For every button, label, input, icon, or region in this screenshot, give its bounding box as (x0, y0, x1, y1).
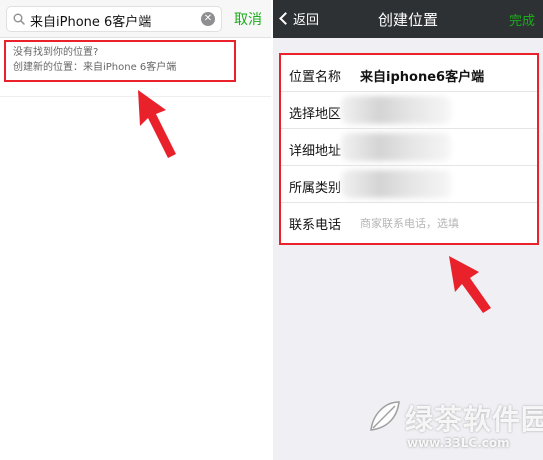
create-location-screen: 返回 创建位置 完成 位置名称 来自iphone6客户端 选择地区 详细地址 所… (273, 0, 543, 460)
watermark-url: www.33LC.com (407, 436, 510, 450)
clear-icon[interactable]: ✕ (201, 12, 215, 26)
row-label: 选择地区 (289, 107, 342, 122)
blurred-category-value (341, 170, 451, 198)
location-form: 位置名称 来自iphone6客户端 选择地区 详细地址 所属类别 联系电话 商家… (279, 53, 539, 245)
create-new-location-text: 创建新的位置：来自iPhone 6客户端 (13, 62, 177, 73)
cancel-button[interactable]: 取消 (234, 9, 262, 29)
form-row-phone[interactable]: 联系电话 商家联系电话，选填 (281, 203, 537, 240)
row-label: 位置名称 (289, 70, 342, 85)
form-row-category[interactable]: 所属类别 (281, 166, 537, 203)
watermark: 绿茶软件园 www.33LC.com (365, 392, 543, 456)
done-button[interactable]: 完成 (509, 10, 535, 29)
form-row-region[interactable]: 选择地区 (281, 92, 537, 129)
not-found-text: 没有找到你的位置? (13, 47, 99, 58)
blurred-region-value (341, 96, 451, 124)
page-title: 创建位置 (377, 11, 438, 29)
screenshot: 来自iPhone 6客户端 ✕ 取消 没有找到你的位置? 创建新的位置：来自iP… (0, 0, 543, 460)
row-label: 联系电话 (289, 218, 342, 233)
annotation-arrow-icon (449, 256, 491, 313)
row-label: 详细地址 (289, 144, 342, 159)
search-screen: 来自iPhone 6客户端 ✕ 取消 没有找到你的位置? 创建新的位置：来自iP… (0, 0, 271, 460)
leaf-logo-icon (370, 401, 400, 431)
phone-input[interactable]: 商家联系电话，选填 (360, 215, 459, 231)
blurred-address-value (341, 133, 451, 161)
watermark-brand: 绿茶软件园 (405, 403, 543, 436)
search-icon (13, 13, 25, 25)
location-name-field[interactable]: 来自iphone6客户端 (360, 66, 484, 85)
search-input[interactable]: 来自iPhone 6客户端 ✕ (6, 6, 222, 32)
form-row-address[interactable]: 详细地址 (281, 129, 537, 166)
search-bar: 来自iPhone 6客户端 ✕ 取消 (0, 0, 271, 38)
create-location-suggestion[interactable]: 没有找到你的位置? 创建新的位置：来自iPhone 6客户端 (4, 40, 236, 82)
navigation-bar: 返回 创建位置 完成 (273, 0, 543, 38)
row-label: 所属类别 (289, 181, 342, 196)
form-row-name[interactable]: 位置名称 来自iphone6客户端 (281, 55, 537, 92)
annotation-arrow-icon (138, 90, 176, 158)
search-query: 来自iPhone 6客户端 (30, 15, 152, 30)
